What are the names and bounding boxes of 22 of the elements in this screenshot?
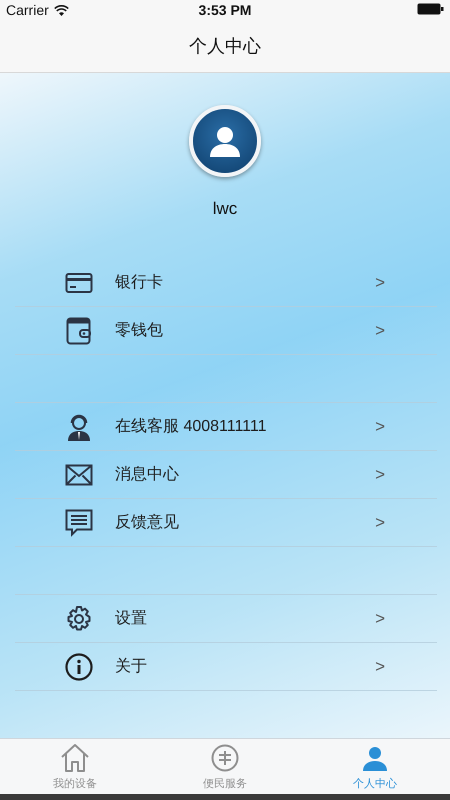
page-title: 个人中心 bbox=[189, 35, 261, 58]
mail-icon bbox=[65, 464, 93, 486]
wifi-icon bbox=[54, 4, 69, 16]
card-icon bbox=[65, 272, 93, 294]
menu-item[interactable]: 在线客服 4008111111 > bbox=[15, 403, 437, 451]
menu-item[interactable]: 设置 > bbox=[15, 595, 437, 643]
avatar[interactable] bbox=[189, 105, 261, 177]
carrier-name: Carrier bbox=[6, 2, 49, 18]
battery-icon bbox=[417, 3, 444, 15]
wallet-icon bbox=[66, 316, 92, 344]
settings-icon bbox=[65, 604, 93, 632]
customer-service-icon bbox=[67, 412, 91, 440]
menu-item[interactable]: 零钱包 > bbox=[15, 307, 437, 355]
menu-item[interactable]: 反馈意见 > bbox=[15, 499, 437, 547]
menu-item[interactable]: 消息中心 > bbox=[15, 451, 437, 499]
comment-icon bbox=[65, 508, 93, 536]
home-icon bbox=[59, 742, 91, 772]
info-icon bbox=[65, 652, 93, 680]
user-name: lwc bbox=[212, 199, 238, 219]
clock-time: 3:53 PM bbox=[198, 2, 252, 18]
menu-item[interactable]: 银行卡 > bbox=[15, 259, 437, 307]
menu-item[interactable]: 关于 > bbox=[15, 643, 437, 691]
